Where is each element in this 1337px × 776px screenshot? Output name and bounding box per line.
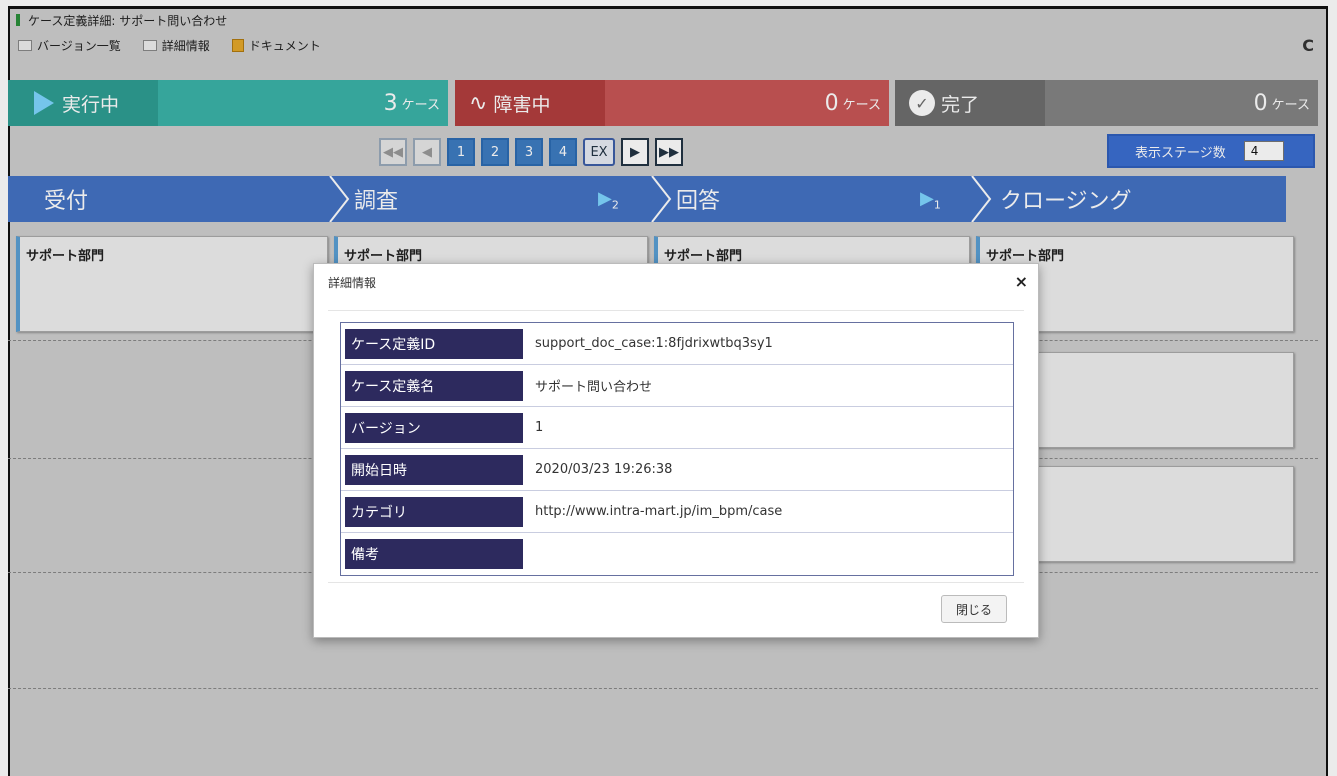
row-value: サポート問い合わせ [535, 380, 653, 395]
table-row: カテゴリ http://www.intra-mart.jp/im_bpm/case [341, 491, 1013, 533]
table-row: 備考 [341, 533, 1013, 575]
close-button[interactable]: 閉じる [941, 595, 1007, 623]
modal-divider [328, 582, 1024, 583]
table-row: ケース定義名 サポート問い合わせ [341, 365, 1013, 407]
table-row: バージョン 1 [341, 407, 1013, 449]
table-row: ケース定義ID support_doc_case:1:8fjdrixwtbq3sy… [341, 323, 1013, 365]
table-row: 開始日時 2020/03/23 19:26:38 [341, 449, 1013, 491]
details-table: ケース定義ID support_doc_case:1:8fjdrixwtbq3sy… [340, 322, 1014, 576]
close-icon[interactable]: × [1015, 272, 1028, 291]
row-value: support_doc_case:1:8fjdrixwtbq3sy1 [535, 336, 773, 351]
row-value: 1 [535, 420, 544, 435]
row-value: 2020/03/23 19:26:38 [535, 462, 673, 477]
details-modal: 詳細情報 × ケース定義ID support_doc_case:1:8fjdrix… [313, 263, 1039, 638]
row-key: 開始日時 [345, 454, 523, 485]
row-key: 備考 [345, 539, 523, 569]
row-value: http://www.intra-mart.jp/im_bpm/case [535, 504, 783, 519]
modal-divider [328, 310, 1024, 311]
row-key: ケース定義ID [345, 328, 523, 359]
row-key: カテゴリ [345, 496, 523, 527]
row-key: バージョン [345, 412, 523, 443]
modal-title: 詳細情報 [328, 275, 377, 290]
row-key: ケース定義名 [345, 370, 523, 401]
modal-header: 詳細情報 × [314, 264, 1038, 300]
